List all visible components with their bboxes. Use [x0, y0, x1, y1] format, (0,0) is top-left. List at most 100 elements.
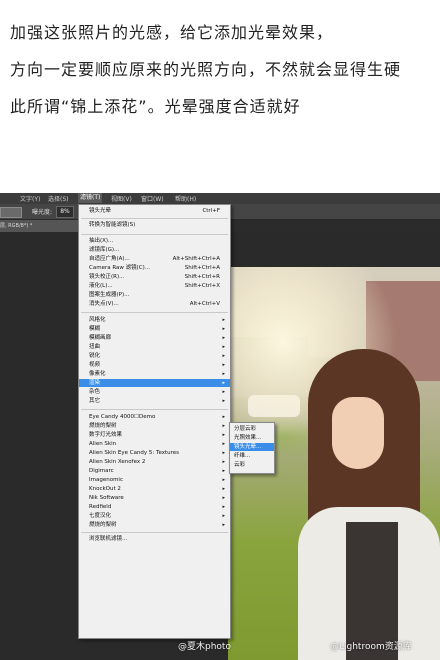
document-tab[interactable]: 层, RGB/8*) *	[0, 220, 79, 232]
filter-menu-item[interactable]: 消失点(V)... Alt+Ctrl+V	[79, 300, 230, 308]
menu-item-shortcut: Alt+Shift+Ctrl+A	[172, 256, 220, 262]
menu-item-label: 视频	[89, 362, 101, 368]
filter-menu-item[interactable]: 自适应广角(A)... Alt+Shift+Ctrl+A	[79, 255, 230, 263]
menu-item-shortcut: Alt+Ctrl+V	[189, 301, 220, 307]
filter-menu-item[interactable]: 图案生成器(P)...	[79, 291, 230, 299]
submenu-arrow-icon: ▸	[222, 441, 225, 447]
menu-item-shortcut: Shift+Ctrl+A	[184, 265, 220, 271]
filter-menu-item[interactable]: Redfield ▸	[79, 503, 230, 511]
submenu-arrow-icon: ▸	[222, 335, 225, 341]
filter-menu-item[interactable]: Eye Candy 4000☐Demo ▸	[79, 413, 230, 421]
photoshop-screenshot: 文字(Y) 选择(S) 滤镜(T) 视图(V) 窗口(W) 帮助(H) 曝光度:…	[0, 193, 440, 660]
menu-item-label: Camera Raw 滤镜(C)...	[89, 265, 151, 271]
filter-menu-item[interactable]: Alien Skin ▸	[79, 440, 230, 448]
watermark-left: @夏木photo	[178, 642, 231, 652]
menu-item-label: 燃烧的梨树	[89, 423, 117, 429]
filter-menu-item[interactable]: 液化(L)... Shift+Ctrl+X	[79, 282, 230, 290]
filter-menu-item[interactable]: 抽出(X)...	[79, 237, 230, 245]
filter-menu-item[interactable]: 视频 ▸	[79, 361, 230, 369]
submenu-arrow-icon: ▸	[222, 353, 225, 359]
filter-menu-item[interactable]: 其它 ▸	[79, 397, 230, 405]
menu-item-label: 滤镜库(G)...	[89, 247, 120, 253]
render-submenu-item[interactable]: 镜头光晕...	[230, 443, 274, 451]
filter-menu-item[interactable]: 镜头光晕 Ctrl+F	[79, 207, 230, 215]
render-submenu-item[interactable]: 光照效果...	[230, 434, 274, 442]
menu-item-label: Alien Skin Eye Candy 5: Textures	[89, 450, 180, 456]
menu-bar: 文字(Y) 选择(S) 滤镜(T) 视图(V) 窗口(W) 帮助(H)	[0, 193, 440, 204]
menu-item-label: 光照效果...	[234, 435, 262, 441]
menu-item-label: 消失点(V)...	[89, 301, 119, 307]
menu-item-label: Imagenomic	[89, 477, 123, 483]
watermark-right: @Lightroom资源库	[330, 642, 412, 652]
menu-item-label: 扭曲	[89, 344, 101, 350]
menu-item-label: 模糊画廊	[89, 335, 112, 341]
filter-menu-item[interactable]: Alien Skin Eye Candy 5: Textures ▸	[79, 449, 230, 457]
menu-item-label: 镜头光晕...	[234, 444, 262, 450]
filter-menu-item[interactable]: Imagenomic ▸	[79, 476, 230, 484]
filter-menu-item[interactable]: Alien Skin Xenofex 2 ▸	[79, 458, 230, 466]
submenu-arrow-icon: ▸	[222, 522, 225, 528]
menu-select[interactable]: 选择(S)	[48, 194, 69, 203]
menu-item-label: 纤维...	[234, 453, 251, 459]
menu-separator	[81, 532, 228, 533]
menu-item-label: 浏览联机滤镜...	[89, 536, 128, 542]
menu-item-label: KnockOut 2	[89, 486, 121, 492]
menu-help[interactable]: 帮助(H)	[175, 194, 196, 203]
filter-menu-item[interactable]: 燃烧的梨树 ▸	[79, 521, 230, 529]
filter-menu-item[interactable]: 杂色 ▸	[79, 388, 230, 396]
submenu-arrow-icon: ▸	[222, 414, 225, 420]
submenu-arrow-icon: ▸	[222, 450, 225, 456]
filter-menu-item[interactable]: 浏览联机滤镜...	[79, 535, 230, 543]
filter-menu-item[interactable]: 锐化 ▸	[79, 352, 230, 360]
menu-item-label: 图案生成器(P)...	[89, 292, 130, 298]
render-submenu: 分层云彩光照效果... 镜头光晕... 纤维... 云彩	[229, 422, 275, 474]
exposure-input[interactable]: 8%	[56, 206, 74, 218]
menu-item-label: 杂色	[89, 389, 101, 395]
filter-menu-item[interactable]: 模糊 ▸	[79, 325, 230, 333]
range-select[interactable]	[0, 207, 22, 218]
filter-menu-item[interactable]: 模糊画廊 ▸	[79, 334, 230, 342]
submenu-arrow-icon: ▸	[222, 362, 225, 368]
render-submenu-item[interactable]: 云彩	[230, 461, 274, 469]
menu-window[interactable]: 窗口(W)	[141, 194, 164, 203]
filter-menu-item[interactable]: 镜头校正(R)... Shift+Ctrl+R	[79, 273, 230, 281]
exposure-label: 曝光度:	[32, 209, 53, 216]
submenu-arrow-icon: ▸	[222, 326, 225, 332]
filter-menu-item[interactable]: Nik Software ▸	[79, 494, 230, 502]
filter-menu-item[interactable]: 像素化 ▸	[79, 370, 230, 378]
submenu-arrow-icon: ▸	[222, 380, 225, 386]
render-submenu-item[interactable]: 纤维...	[230, 452, 274, 460]
menu-item-label: Digimarc	[89, 468, 114, 474]
filter-menu-item[interactable]: 风格化 ▸	[79, 316, 230, 324]
menu-item-label: 抽出(X)...	[89, 238, 114, 244]
menu-item-label: Alien Skin Xenofex 2	[89, 459, 146, 465]
menu-item-label: Eye Candy 4000☐Demo	[89, 414, 156, 420]
menu-item-label: 液化(L)...	[89, 283, 113, 289]
filter-menu-item[interactable]: 数字灯光效果 ▸	[79, 431, 230, 439]
render-submenu-item[interactable]: 分层云彩	[230, 425, 274, 433]
submenu-arrow-icon: ▸	[222, 344, 225, 350]
caption-text: 加强这张照片的光感，给它添加光晕效果， 方向一定要顺应原来的光照方向，不然就会显…	[10, 22, 435, 133]
menu-item-label: 燃烧的梨树	[89, 522, 117, 528]
menu-item-label: 风格化	[89, 317, 106, 323]
menu-type[interactable]: 文字(Y)	[20, 194, 40, 203]
filter-menu-item[interactable]: 转换为智能滤镜(S)	[79, 221, 230, 229]
filter-menu-item[interactable]: Digimarc ▸	[79, 467, 230, 475]
menu-item-label: Redfield	[89, 504, 112, 510]
filter-menu-item[interactable]: KnockOut 2 ▸	[79, 485, 230, 493]
menu-item-label: 渲染	[89, 380, 101, 386]
filter-menu-item[interactable]: Camera Raw 滤镜(C)... Shift+Ctrl+A	[79, 264, 230, 272]
menu-item-label: 转换为智能滤镜(S)	[89, 222, 136, 228]
menu-item-shortcut: Ctrl+F	[202, 208, 220, 214]
menu-filter[interactable]: 滤镜(T)	[78, 193, 103, 203]
filter-menu-item[interactable]: 渲染 ▸	[79, 379, 230, 387]
filter-menu-item[interactable]: 滤镜库(G)...	[79, 246, 230, 254]
menu-view[interactable]: 视图(V)	[111, 194, 132, 203]
filter-menu-item[interactable]: 扭曲 ▸	[79, 343, 230, 351]
submenu-arrow-icon: ▸	[222, 371, 225, 377]
filter-menu-item[interactable]: 燃烧的梨树 ▸	[79, 422, 230, 430]
menu-item-label: 像素化	[89, 371, 106, 377]
submenu-arrow-icon: ▸	[222, 495, 225, 501]
filter-menu-item[interactable]: 七度汉化 ▸	[79, 512, 230, 520]
menu-separator	[81, 218, 228, 219]
